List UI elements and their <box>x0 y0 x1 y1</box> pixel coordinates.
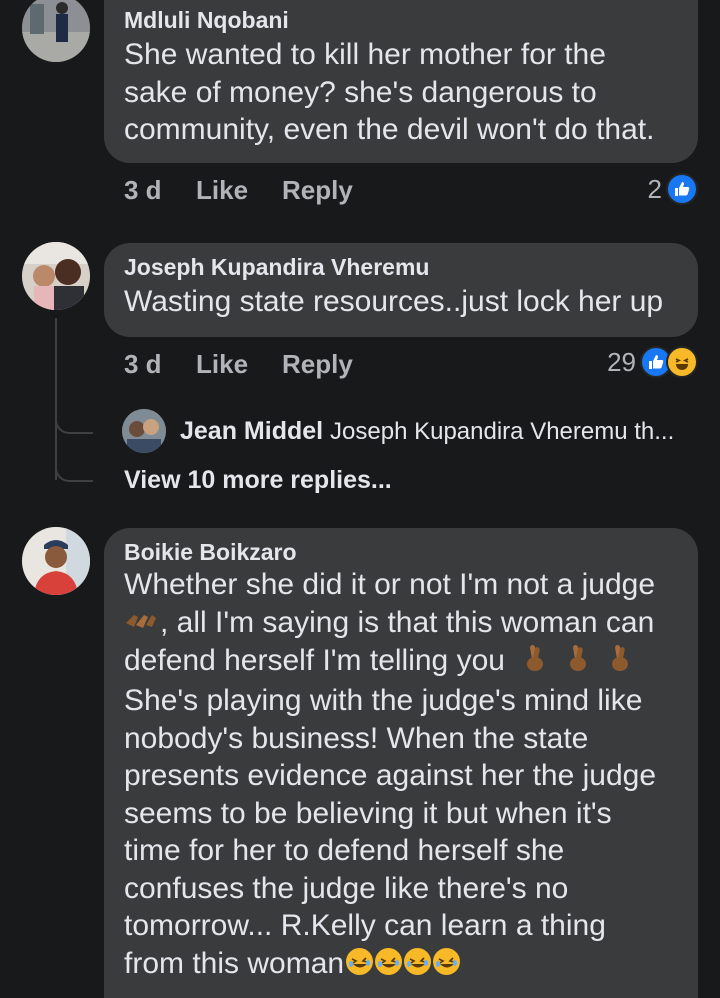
avatar-jean[interactable] <box>122 409 166 453</box>
crossed-fingers-emoji <box>523 643 547 683</box>
reply-preview[interactable]: Jean Middel Joseph Kupandira Vheremu th.… <box>180 416 674 447</box>
haha-icon <box>666 346 698 378</box>
avatar-joseph[interactable] <box>22 242 90 310</box>
reaction-count: 29 <box>607 346 636 377</box>
comment-bubble: Boikie Boikzaro Whether she did it or no… <box>104 528 698 998</box>
comment-line: confuses the judge like there's no <box>124 871 569 905</box>
comment-line: nobody's business! When the state <box>124 721 589 755</box>
like-button[interactable]: Like <box>196 349 282 380</box>
reply-author[interactable]: Jean Middel <box>180 417 323 445</box>
reply-thread-branch <box>55 414 93 434</box>
clapping-hands-emoji <box>124 605 160 643</box>
avatar-mdluli[interactable] <box>22 0 90 62</box>
avatar-boikie[interactable] <box>22 527 90 595</box>
comment-line-with-emoji: defend herself I'm telling you <box>124 642 676 682</box>
reply-thread-line <box>55 318 57 480</box>
crossed-fingers-emoji <box>608 643 632 683</box>
comment-line: seems to be believing it but when it's <box>124 796 612 830</box>
view-more-replies[interactable]: View 10 more replies... <box>124 466 392 495</box>
comment-line: presents evidence against her the judge <box>124 759 657 793</box>
comment-timestamp[interactable]: 3 d <box>124 175 196 206</box>
comment-actions: 3 d Like Reply <box>124 175 353 206</box>
reaction-summary[interactable]: 29 <box>607 346 698 378</box>
comment-actions: 3 d Like Reply <box>124 349 353 380</box>
like-button[interactable]: Like <box>196 175 282 206</box>
comment-bubble: Mdluli Nqobani She wanted to kill her mo… <box>104 0 698 163</box>
reply-thread-branch <box>55 460 93 482</box>
comment-author[interactable]: Joseph Kupandira Vheremu <box>124 253 676 281</box>
rolling-laughing-emoji <box>375 947 403 975</box>
comment-timestamp[interactable]: 3 d <box>124 349 196 380</box>
comment-line-text: , all I'm saying is that this woman can <box>160 605 655 639</box>
comment-author[interactable]: Mdluli Nqobani <box>124 6 676 34</box>
rolling-laughing-emoji <box>433 947 461 975</box>
thumbs-up-icon <box>666 173 698 205</box>
comment-line: community, even the devil won't do that. <box>124 113 655 146</box>
comment-line-text: defend herself I'm telling you <box>124 644 505 678</box>
reply-button[interactable]: Reply <box>282 175 353 206</box>
comment-line: She wanted to kill her mother for the <box>124 38 606 71</box>
comment-line: Whether she did it or not I'm not a judg… <box>124 568 656 601</box>
rolling-laughing-emoji <box>346 947 374 975</box>
comment-line: She's playing with the judge's mind like <box>124 684 643 718</box>
reply-text: Joseph Kupandira Vheremu th... <box>330 418 675 445</box>
comment-line: time for her to defend herself she <box>124 834 565 868</box>
rolling-laughing-emoji <box>404 947 432 975</box>
comment-line-with-emoji: , all I'm saying is that this woman can <box>124 604 676 643</box>
comment-line-text: from this woman <box>124 946 345 980</box>
comment-line: tomorrow... R.Kelly can learn a thing <box>124 909 606 943</box>
reaction-summary[interactable]: 2 <box>648 173 698 205</box>
reply-button[interactable]: Reply <box>282 349 353 380</box>
comment-line: sake of money? she's dangerous to <box>124 75 597 109</box>
comment-text: She wanted to kill her mother for the sa… <box>124 36 676 149</box>
comment-text: Wasting state resources..just lock her u… <box>124 285 664 318</box>
crossed-fingers-emoji <box>566 643 590 683</box>
reaction-count: 2 <box>647 173 662 204</box>
comment-line-with-emoji: from this woman <box>124 945 676 983</box>
comment-text: Whether she did it or not I'm not a judg… <box>124 566 676 982</box>
comment-author[interactable]: Boikie Boikzaro <box>124 538 676 566</box>
comment-bubble: Joseph Kupandira Vheremu Wasting state r… <box>104 243 698 337</box>
